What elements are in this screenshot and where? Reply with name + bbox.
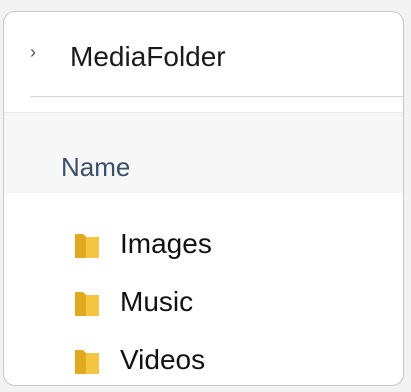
chevron-right-icon[interactable]: › xyxy=(30,43,44,61)
list-item-label: Videos xyxy=(120,344,206,375)
divider xyxy=(30,96,403,97)
list-item[interactable]: Music xyxy=(4,280,403,338)
folder-icon xyxy=(75,292,99,316)
list-item[interactable]: Images xyxy=(4,222,403,280)
list-item-label: Music xyxy=(120,286,194,317)
folder-icon xyxy=(75,350,99,374)
folder-icon xyxy=(75,234,99,258)
list-item[interactable]: Videos xyxy=(4,338,403,385)
list-item-label: Images xyxy=(120,228,212,259)
explorer-window: › MediaFolder Name Images Music Videos xyxy=(3,11,404,386)
column-header-name[interactable]: Name xyxy=(61,152,130,182)
breadcrumb-title[interactable]: MediaFolder xyxy=(70,40,226,74)
breadcrumb: › MediaFolder xyxy=(4,12,403,92)
